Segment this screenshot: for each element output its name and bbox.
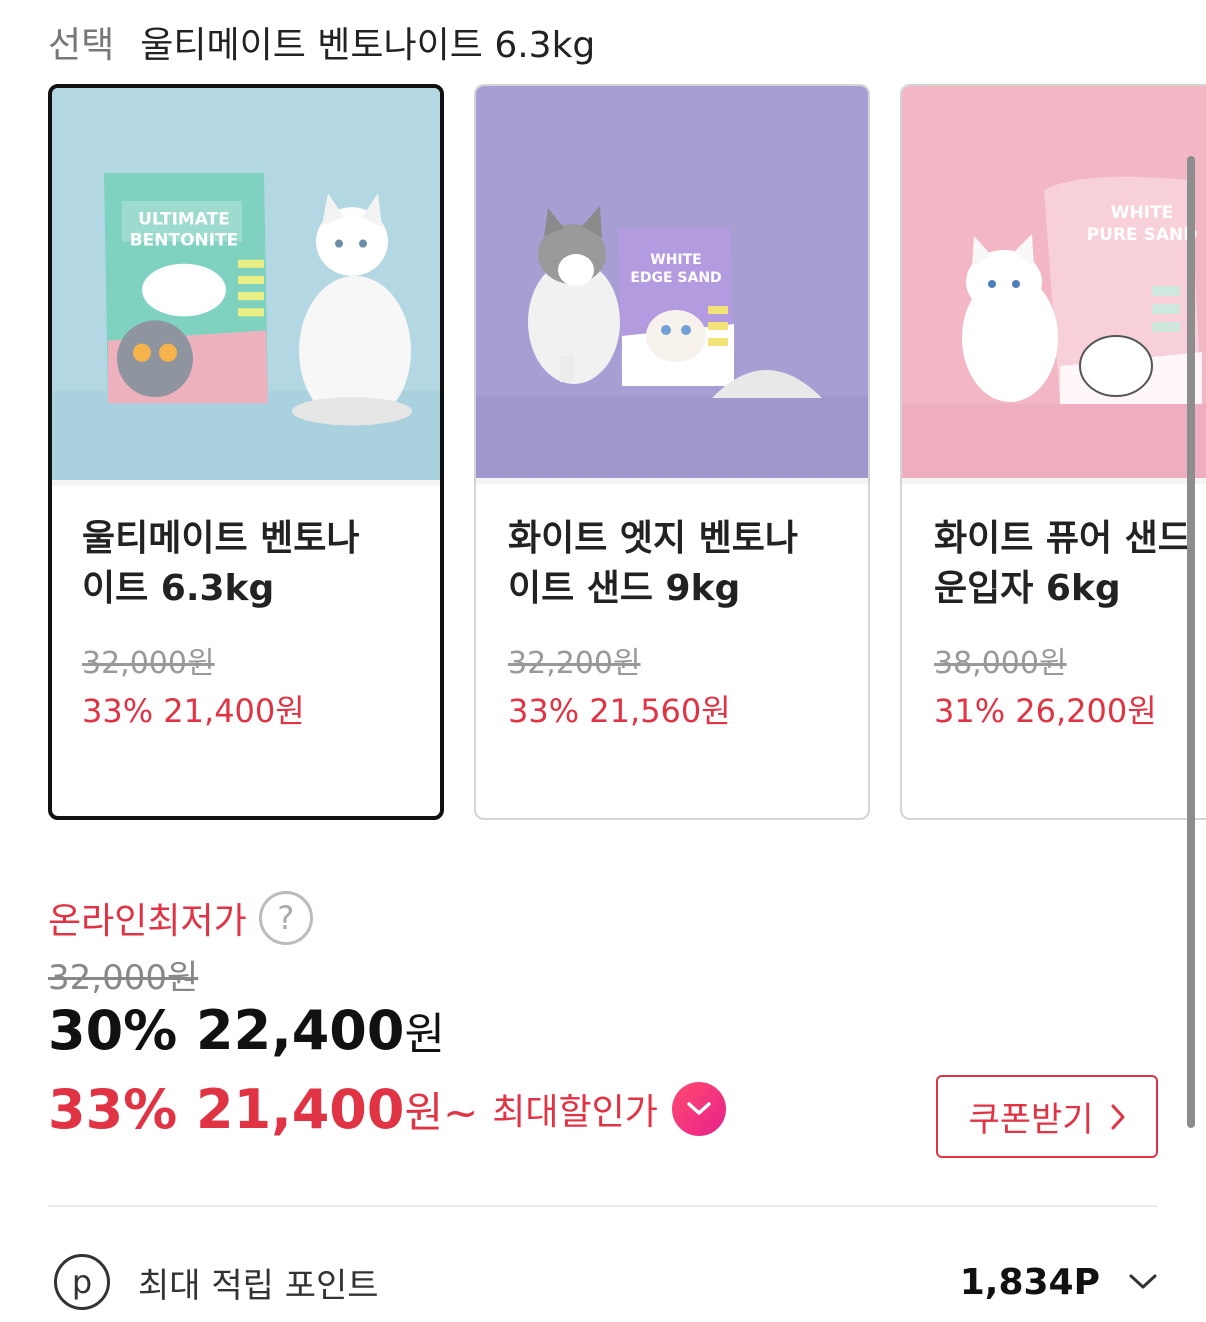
option-name-line: 화이트 퓨어 샌드 [934, 518, 1191, 559]
package-text: WHITE [650, 252, 701, 268]
option-name: 화이트 퓨어 샌드 운입자 6kg [934, 514, 1206, 614]
lowest-price-label: 온라인최저가 [48, 901, 247, 942]
chevron-down-badge-icon[interactable] [671, 1082, 726, 1136]
question-circle-icon[interactable]: ? [258, 891, 313, 945]
option-name-line: 운입자 6kg [934, 568, 1121, 609]
original-price: 32,000원 [48, 958, 199, 998]
option-sale-price: 31% 26,200원 [934, 692, 1157, 730]
current-price-amount: 30% 22,400 [48, 999, 405, 1062]
option-name-line: 이트 샌드 9kg [508, 568, 741, 609]
product-image: WHITE EDGE SAND [476, 86, 868, 478]
package-text: EDGE SAND [630, 270, 721, 286]
current-price-unit: 원 [404, 1009, 445, 1060]
option-carousel[interactable]: ULTIMATE BENTONITE 울티메이트 벤토나 이트 6.3kg 32… [48, 84, 1206, 822]
points-label: 최대 적립 포인트 [138, 1265, 379, 1306]
points-value: 1,834P [959, 1261, 1100, 1303]
option-original-price: 32,000원 [82, 646, 215, 681]
card-divider [476, 478, 868, 484]
max-discount-row: 33% 21,400 원~ 최대할인가 [48, 1072, 726, 1146]
points-row[interactable]: p 최대 적립 포인트 1,834P [54, 1252, 1158, 1312]
card-divider [52, 480, 440, 486]
point-circle-icon: p [54, 1254, 110, 1310]
option-name-line: 울티메이트 벤토나 [82, 518, 360, 559]
option-original-price: 32,200원 [508, 646, 641, 681]
package-text: ULTIMATE [138, 209, 230, 229]
selected-option-row: 선택 울티메이트 벤토나이트 6.3kg [48, 14, 595, 70]
option-name-line: 화이트 엣지 벤토나 [508, 518, 799, 559]
max-discount-amount: 33% 21,400 [48, 1077, 405, 1141]
option-name: 울티메이트 벤토나 이트 6.3kg [82, 514, 432, 614]
package-text: WHITE [1111, 203, 1174, 223]
option-original-price: 38,000원 [934, 646, 1067, 681]
product-image: ULTIMATE BENTONITE [52, 88, 440, 480]
package-text: PURE SAND [1087, 225, 1198, 245]
section-divider [48, 1205, 1158, 1207]
current-price: 30% 22,400원 [48, 998, 445, 1062]
point-glyph: p [71, 1263, 93, 1301]
max-discount-label: 최대할인가 [492, 1092, 658, 1133]
lowest-price-row: 온라인최저가 ? [48, 888, 313, 948]
coupon-button[interactable]: 쿠폰받기 [936, 1075, 1158, 1158]
option-sale-price: 33% 21,400원 [82, 692, 305, 730]
vertical-scrollbar[interactable] [1187, 156, 1195, 1128]
option-sale-price: 33% 21,560원 [508, 692, 731, 730]
chevron-right-icon [1110, 1103, 1126, 1131]
card-divider [902, 478, 1206, 484]
chevron-down-icon[interactable] [1128, 1273, 1158, 1291]
selected-option-value: 울티메이트 벤토나이트 6.3kg [140, 25, 596, 66]
option-card-white-edge-sand[interactable]: WHITE EDGE SAND 화이트 엣지 벤토나 이트 샌드 9kg 32,… [474, 84, 870, 820]
coupon-button-label: 쿠폰받기 [968, 1100, 1094, 1140]
option-name: 화이트 엣지 벤토나 이트 샌드 9kg [508, 514, 860, 614]
product-image: WHITE PURE SAND [902, 86, 1206, 478]
max-discount-unit: 원~ [404, 1087, 479, 1137]
package-text: BENTONITE [130, 231, 239, 251]
option-card-white-pure-sand[interactable]: WHITE PURE SAND 화이트 퓨어 샌드 운입자 6kg 38,000… [900, 84, 1206, 820]
help-glyph: ? [277, 899, 295, 937]
option-name-line: 이트 6.3kg [82, 568, 275, 609]
option-card-ultimate-bentonite[interactable]: ULTIMATE BENTONITE 울티메이트 벤토나 이트 6.3kg 32… [48, 84, 444, 820]
select-label: 선택 [48, 25, 115, 66]
